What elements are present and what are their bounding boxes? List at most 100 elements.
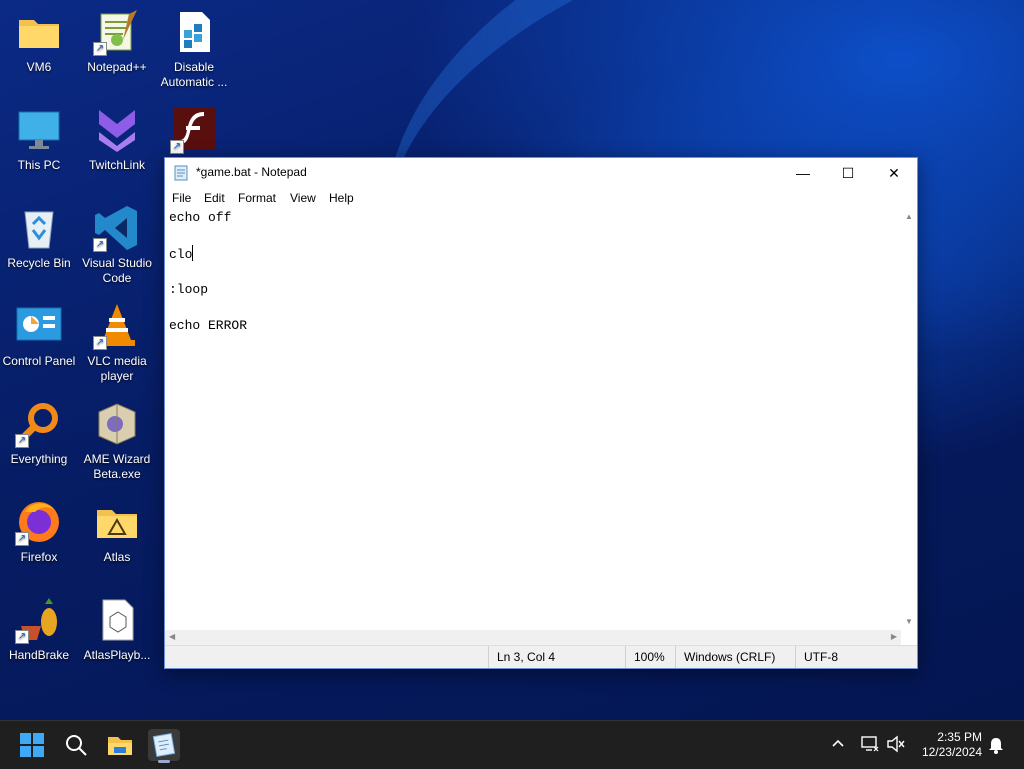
shortcut-arrow-icon: ↗ <box>15 434 29 448</box>
text-editor[interactable]: echo off clo :loop echo ERROR <box>165 208 901 630</box>
vscode-icon: ↗ <box>93 204 141 252</box>
volume-muted-icon[interactable] <box>886 735 906 756</box>
scroll-up-icon[interactable]: ▲ <box>905 212 913 221</box>
ame-wizard-icon <box>93 400 141 448</box>
desktop-icon-twitchlink[interactable]: TwitchLink <box>78 106 156 173</box>
text-caret <box>192 245 194 261</box>
file-explorer-button[interactable] <box>104 729 136 761</box>
desktop-icon-disable-automatic[interactable]: Disable Automatic ... <box>155 8 233 90</box>
menu-help[interactable]: Help <box>329 191 354 205</box>
editor-line: :loop <box>169 282 209 297</box>
desktop-icon-label: Everything <box>10 452 68 466</box>
atlas-folder-icon <box>93 498 141 546</box>
desktop-icon-vm6[interactable]: VM6 <box>0 8 78 75</box>
desktop-icon-atlas[interactable]: Atlas <box>78 498 156 565</box>
desktop-icon-label: Visual Studio Code <box>82 256 152 285</box>
network-icon[interactable] <box>860 735 880 756</box>
clock-date: 12/23/2024 <box>921 745 982 759</box>
clock-time: 2:35 PM <box>937 730 982 744</box>
desktop-icon-label: Disable Automatic ... <box>160 60 228 89</box>
minimize-button[interactable]: — <box>780 158 826 188</box>
desktop-icon-atlas-playbook[interactable]: AtlasPlayb... <box>78 596 156 663</box>
everything-search-icon: ↗ <box>15 400 63 448</box>
desktop-icon-label: HandBrake <box>8 648 70 662</box>
desktop-icon-this-pc[interactable]: This PC <box>0 106 78 173</box>
handbrake-icon: ↗ <box>15 596 63 644</box>
zoom-level: 100% <box>634 650 665 664</box>
desktop-icon-label: This PC <box>17 158 61 172</box>
search-icon <box>66 735 87 756</box>
editor-line-text: clo <box>169 247 193 262</box>
desktop-icon-handbrake[interactable]: ↗ HandBrake <box>0 596 78 663</box>
notepad-taskbar-button[interactable] <box>148 729 180 763</box>
desktop-icon-label: Recycle Bin <box>7 256 71 270</box>
desktop-icon-label: TwitchLink <box>88 158 146 172</box>
menu-format[interactable]: Format <box>238 191 276 205</box>
desktop-icon-label: AME Wizard Beta.exe <box>83 452 151 481</box>
menu-edit[interactable]: Edit <box>204 191 225 205</box>
notification-bell-icon[interactable] <box>988 736 1004 757</box>
scroll-down-icon[interactable]: ▼ <box>905 617 913 626</box>
desktop-icon-firefox[interactable]: ↗ Firefox <box>0 498 78 565</box>
desktop-icon-flash[interactable]: ↗ <box>155 106 233 158</box>
notepad-window[interactable]: *game.bat - Notepad — ☐ ✕ File Edit Form… <box>164 157 918 669</box>
desktop-icon-label: Atlas <box>103 550 131 564</box>
menu-file[interactable]: File <box>172 191 191 205</box>
shortcut-arrow-icon: ↗ <box>93 336 107 350</box>
shortcut-arrow-icon: ↗ <box>170 140 184 154</box>
desktop-icon-vlc[interactable]: ↗ VLC media player <box>78 302 156 384</box>
search-button[interactable] <box>60 729 92 761</box>
maximize-button[interactable]: ☐ <box>825 158 871 188</box>
title-bar[interactable]: *game.bat - Notepad — ☐ ✕ <box>165 158 917 188</box>
desktop-icon-control-panel[interactable]: Control Panel <box>0 302 78 369</box>
atlas-playbook-icon <box>93 596 141 644</box>
file-explorer-icon <box>108 737 132 755</box>
notepad-app-icon <box>174 165 188 181</box>
start-button[interactable] <box>16 729 48 761</box>
system-clock[interactable]: 2:35 PM 12/23/2024 <box>922 730 982 760</box>
scroll-right-icon[interactable]: ▶ <box>891 632 897 641</box>
minimize-icon: — <box>796 165 810 181</box>
desktop-icon-vscode[interactable]: ↗ Visual Studio Code <box>78 204 156 286</box>
desktop-icon-label: VLC media player <box>87 354 147 383</box>
taskbar: 2:35 PM 12/23/2024 <box>0 720 1024 769</box>
desktop-icon-recycle-bin[interactable]: Recycle Bin <box>0 204 78 271</box>
status-divider <box>795 646 796 668</box>
close-button[interactable]: ✕ <box>871 158 917 188</box>
window-title: *game.bat - Notepad <box>196 165 307 179</box>
active-indicator <box>158 760 170 763</box>
shortcut-arrow-icon: ↗ <box>93 42 107 56</box>
scroll-left-icon[interactable]: ◀ <box>169 632 175 641</box>
desktop-icon-label: VM6 <box>26 60 52 74</box>
line-ending: Windows (CRLF) <box>684 650 776 664</box>
menu-view[interactable]: View <box>290 191 316 205</box>
firefox-icon: ↗ <box>15 498 63 546</box>
vertical-scrollbar[interactable]: ▲ ▼ <box>901 208 917 630</box>
chevron-up-icon[interactable] <box>830 735 846 754</box>
notepad-icon <box>152 733 176 757</box>
status-divider <box>625 646 626 668</box>
desktop-icon-label: Notepad++ <box>87 60 147 74</box>
horizontal-scrollbar[interactable]: ◀ ▶ <box>165 630 901 646</box>
start-icon <box>20 733 44 757</box>
folder-icon <box>15 8 63 56</box>
editor-line: echo off <box>169 210 232 225</box>
desktop-icon-ame-wizard[interactable]: AME Wizard Beta.exe <box>78 400 156 482</box>
notepadplusplus-icon: ↗ <box>93 8 141 56</box>
twitchlink-icon <box>93 106 141 154</box>
disable-updates-icon <box>170 8 218 56</box>
status-bar: Ln 3, Col 4 100% Windows (CRLF) UTF-8 <box>165 645 917 668</box>
recycle-bin-icon <box>15 204 63 252</box>
editor-line: echo ERROR <box>169 318 248 333</box>
desktop-icon-notepadplusplus[interactable]: ↗ Notepad++ <box>78 8 156 75</box>
vlc-icon: ↗ <box>93 302 141 350</box>
shortcut-arrow-icon: ↗ <box>93 238 107 252</box>
control-panel-icon <box>15 302 63 350</box>
desktop-icon-everything[interactable]: ↗ Everything <box>0 400 78 467</box>
menu-bar: File Edit Format View Help <box>165 188 917 208</box>
close-icon: ✕ <box>888 165 900 181</box>
status-divider <box>675 646 676 668</box>
encoding: UTF-8 <box>804 650 838 664</box>
